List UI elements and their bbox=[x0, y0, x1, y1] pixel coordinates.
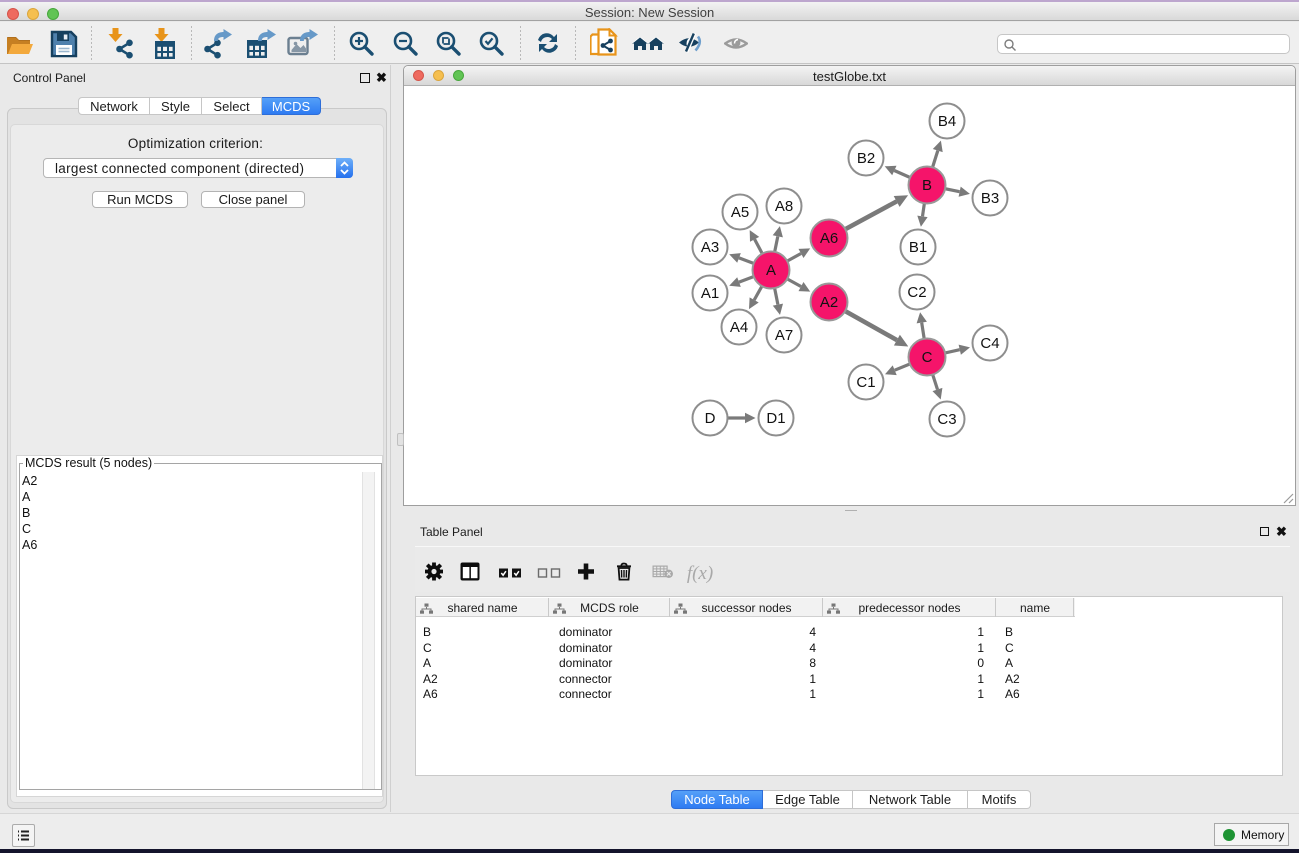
svg-text:A5: A5 bbox=[731, 204, 749, 221]
svg-text:B2: B2 bbox=[857, 150, 875, 167]
svg-text:C4: C4 bbox=[980, 335, 999, 352]
svg-text:C2: C2 bbox=[907, 284, 926, 301]
svg-text:A1: A1 bbox=[701, 285, 719, 302]
svg-text:C: C bbox=[922, 349, 933, 366]
svg-text:B: B bbox=[922, 177, 932, 194]
svg-text:D1: D1 bbox=[766, 410, 785, 427]
svg-text:B4: B4 bbox=[938, 113, 956, 130]
svg-text:A7: A7 bbox=[775, 327, 793, 344]
svg-text:C3: C3 bbox=[937, 411, 956, 428]
svg-text:A6: A6 bbox=[820, 230, 838, 247]
svg-text:A3: A3 bbox=[701, 239, 719, 256]
svg-text:A2: A2 bbox=[820, 294, 838, 311]
svg-text:A: A bbox=[766, 262, 776, 279]
svg-text:B1: B1 bbox=[909, 239, 927, 256]
svg-text:B3: B3 bbox=[981, 190, 999, 207]
svg-text:D: D bbox=[705, 410, 716, 427]
svg-text:C1: C1 bbox=[856, 374, 875, 391]
svg-text:A8: A8 bbox=[775, 198, 793, 215]
svg-text:A4: A4 bbox=[730, 319, 748, 336]
